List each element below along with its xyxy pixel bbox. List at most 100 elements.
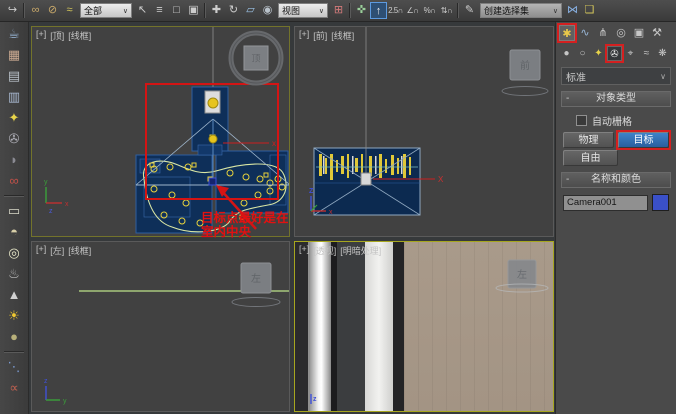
viewcube-front[interactable]: 前 [502,50,548,96]
tab-display[interactable]: ▣ [631,25,647,41]
category-helpers[interactable]: ⌖ [623,46,638,61]
select-object-icon[interactable]: ↖ [134,2,151,19]
mirror-icon[interactable]: ⋈ [564,2,581,19]
use-pivot-center-icon[interactable]: ⊞ [330,2,347,19]
physical-camera-button[interactable]: 物理 [563,132,614,148]
viewport-top[interactable]: [+] [顶] [线框] [31,26,290,237]
video-camera-icon[interactable]: ✇ [3,130,25,148]
svg-text:X: X [438,175,444,184]
particle-rain-icon[interactable]: ⋱ [3,358,25,376]
render-elements-icon[interactable]: ▥ [3,88,25,106]
category-geometry[interactable]: ● [559,46,574,61]
light-bulb-icon[interactable]: ✦ [3,109,25,127]
material-editor-icon[interactable]: ▤ [3,67,25,85]
rollout-object-type[interactable]: - 对象类型 [561,91,671,107]
viewport-view-button[interactable]: [顶] [50,29,64,42]
separator [4,351,24,353]
viewport-perspective[interactable]: [+] [透视] [明暗处理] 左 z [294,241,554,412]
tab-motion[interactable]: ◎ [613,25,629,41]
angle-snap-icon[interactable]: ∠∩ [404,2,421,19]
object-color-swatch[interactable] [652,194,669,211]
category-systems[interactable]: ❋ [655,46,670,61]
viewport-menu-button[interactable]: [+] [299,29,309,42]
viewport-menu-button[interactable]: [+] [299,244,309,257]
autogrid-checkbox[interactable] [576,115,587,126]
tab-create[interactable]: ✱ [559,25,575,41]
viewport-view-button[interactable]: [透视] [313,244,336,257]
olive-sphere-icon[interactable]: ● [3,328,25,346]
category-spacewarps[interactable]: ≈ [639,46,654,61]
annotation-text: 目标点最好是在 室内中央 [201,211,289,239]
tab-modify[interactable]: ∿ [577,25,593,41]
svg-text:左: 左 [517,268,527,281]
viewcube-top[interactable]: 顶 [231,33,281,83]
command-panel-tabs: ✱∿⋔◎▣⚒ [556,22,676,42]
category-shapes[interactable]: ○ [575,46,590,61]
redo-icon[interactable]: ↪ [4,2,21,19]
category-lights[interactable]: ✦ [591,46,606,61]
align-icon[interactable]: ❏ [581,2,598,19]
plane-icon[interactable]: ▭ [3,202,25,220]
viewport-menu-button[interactable]: [+] [36,244,46,257]
tab-utilities[interactable]: ⚒ [649,25,665,41]
top-view-scene[interactable]: x 顶 y x z [32,27,289,236]
window-crossing-icon[interactable]: ▣ [185,2,202,19]
percent-snap-icon[interactable]: %∩ [421,2,438,19]
separator [457,3,459,18]
front-view-scene[interactable]: X 前 Z x [295,27,553,236]
svg-text:z: z [49,208,53,215]
object-name-field[interactable]: Camera001 [563,195,648,211]
render-teapot-icon[interactable]: ☕ [3,25,25,43]
unlink-icon[interactable]: ⊘ [44,2,61,19]
select-link-icon[interactable]: ∞ [27,2,44,19]
category-cameras[interactable]: ✇ [607,46,622,61]
snaps-toggle-button[interactable]: ↑ [370,2,387,19]
select-rotate-icon[interactable]: ↻ [225,2,242,19]
select-manipulate-icon[interactable]: ✜ [353,2,370,19]
viewcube-perspective[interactable]: 左 [496,260,548,292]
reference-coordinate-dropdown[interactable]: 视图∨ [278,3,328,18]
svg-text:前: 前 [520,59,530,72]
viewport-top-label: [+] [顶] [线框] [36,29,91,42]
viewport-view-button[interactable]: [前] [313,29,327,42]
left-view-scene[interactable]: 左 z y [32,242,289,411]
wire-teapot-icon[interactable]: ♨ [3,265,25,283]
separator [23,3,25,18]
viewport-front[interactable]: [+] [前] [线框] [294,26,554,237]
cone-icon[interactable]: ▲ [3,286,25,304]
select-place-icon[interactable]: ◉ [259,2,276,19]
viewport-menu-button[interactable]: [+] [36,29,46,42]
viewport-view-button[interactable]: [左] [50,244,64,257]
edit-selection-sets-icon[interactable]: ✎ [461,2,478,19]
viewport-left[interactable]: [+] [左] [线框] 左 z y [31,241,290,412]
sun-icon[interactable]: ☀ [3,307,25,325]
class-dropdown[interactable]: 标准 ∨ [561,67,671,85]
selection-region-icon[interactable]: □ [168,2,185,19]
tab-hierarchy[interactable]: ⋔ [595,25,611,41]
viewport-shading-button[interactable]: [线框] [331,29,354,42]
left-shortcut-toolbar: ☕ ▦ ▤ ▥ ✦ ✇ ◗ ∞ ▭ ◓ ◎ ♨ ▲ ☀ ● ⋱ ∝ [0,22,29,414]
select-by-name-icon[interactable]: ≡ [151,2,168,19]
molecule-icon[interactable]: ∝ [3,379,25,397]
render-setup-icon[interactable]: ▦ [3,46,25,64]
select-scale-icon[interactable]: ▱ [242,2,259,19]
target-camera-button[interactable]: 目标 [618,132,669,148]
class-dropdown-value: 标准 [566,69,586,84]
red-binoculars-icon[interactable]: ∞ [3,172,25,190]
selection-filter-dropdown[interactable]: 全部∨ [80,3,132,18]
dark-sphere-icon[interactable]: ◗ [3,151,25,169]
viewcube-left[interactable]: 左 [232,263,280,307]
ring-icon[interactable]: ◎ [3,244,25,262]
spinner-snap-icon[interactable]: ⇅∩ [438,2,455,19]
dome-icon[interactable]: ◓ [3,223,25,241]
viewport-shading-button[interactable]: [明暗处理] [340,244,381,257]
named-selection-dropdown[interactable]: 创建选择集∨ [480,3,562,18]
select-move-icon[interactable]: ✚ [208,2,225,19]
axis-tripod: z [311,394,317,404]
bind-spacewarp-icon[interactable]: ≈ [61,2,78,19]
free-camera-button[interactable]: 自由 [563,150,618,166]
snap-25-icon[interactable]: 2.5∩ [387,2,404,19]
viewport-shading-button[interactable]: [线框] [68,244,91,257]
rollout-name-color[interactable]: - 名称和颜色 [561,172,671,188]
viewport-shading-button[interactable]: [线框] [68,29,91,42]
